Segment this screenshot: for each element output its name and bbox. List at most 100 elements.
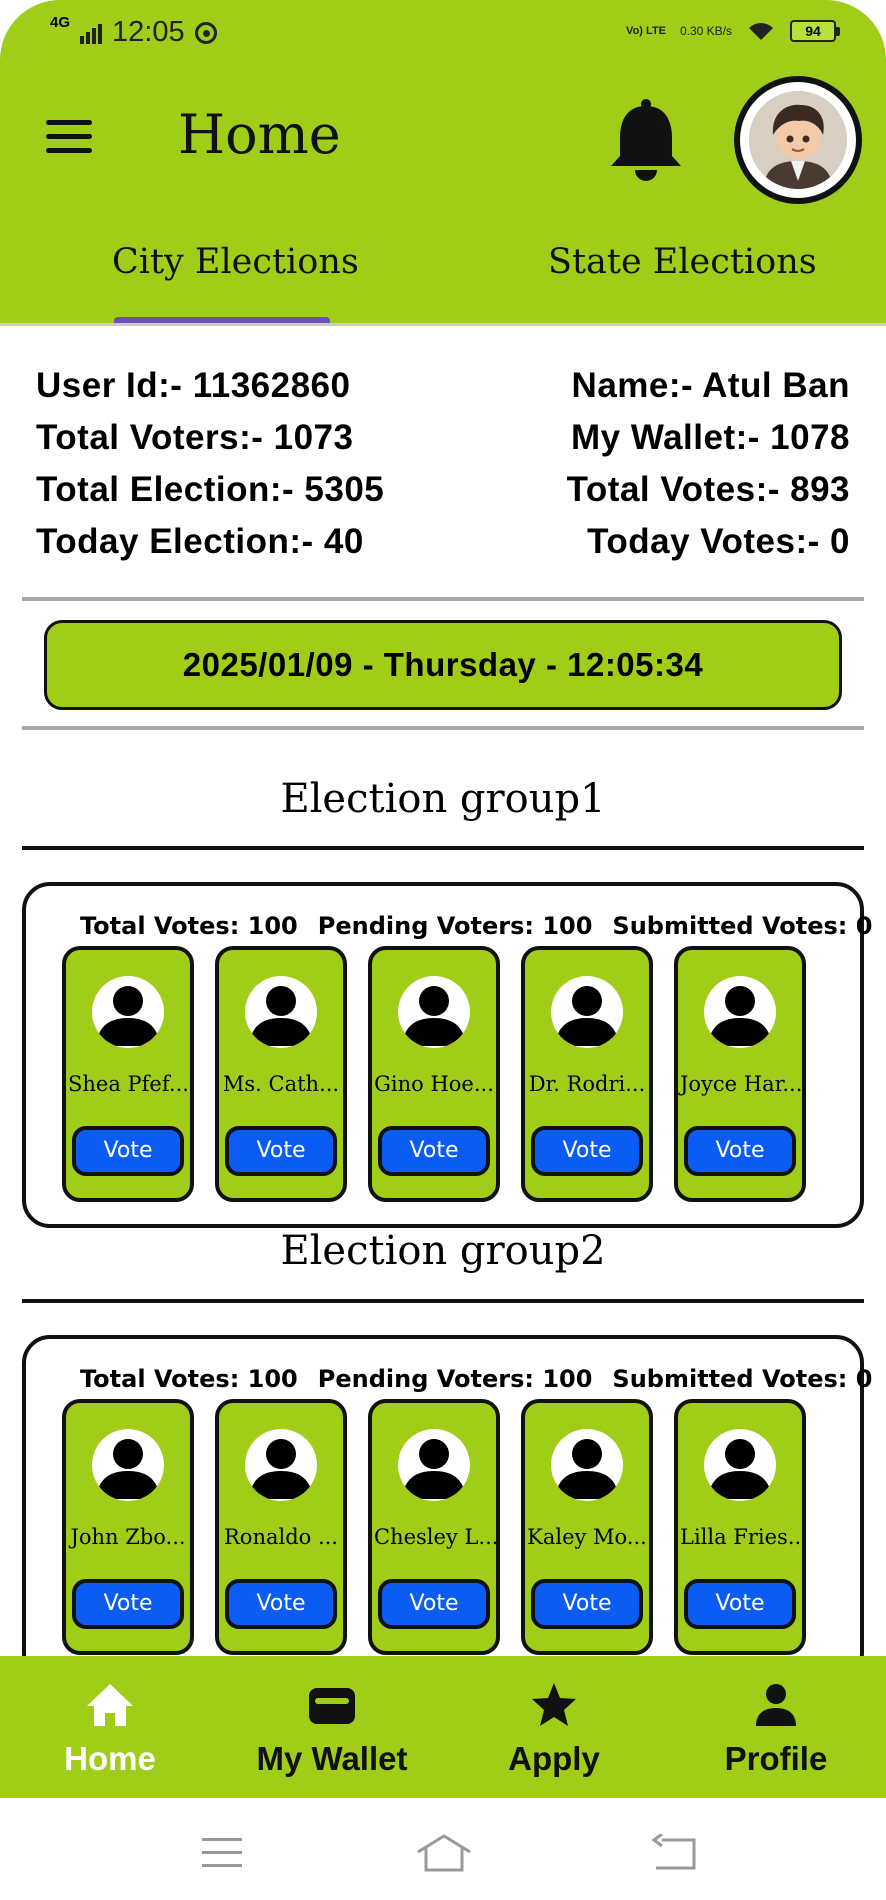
wallet-icon (309, 1688, 355, 1724)
network-speed: 0.30 KB/s (679, 24, 732, 38)
group-divider (22, 1299, 864, 1303)
candidate-card[interactable]: Ronaldo ... Vote (215, 1399, 347, 1655)
candidate-name: Ms. Cath... (222, 1072, 340, 1096)
notification-bell-icon[interactable] (608, 98, 684, 182)
signal-icon (80, 22, 103, 44)
candidate-avatar-icon (245, 1429, 317, 1501)
vote-button[interactable]: Vote (531, 1579, 643, 1629)
group-total-votes: Total Votes: 100 (80, 1365, 298, 1393)
user-info-left: User Id:- 11362860 Total Voters:- 1073 T… (36, 360, 384, 568)
candidate-name: Shea Pfef... (68, 1072, 189, 1096)
back-icon[interactable] (652, 1834, 698, 1872)
group-pending-voters: Pending Voters: 100 (317, 912, 593, 940)
app-screen: 4G 12:05 Vo) LTE 0.30 KB/s 94 Home City … (0, 0, 886, 1900)
whatsapp-icon (194, 21, 217, 44)
candidate-card[interactable]: Kaley Mo... Vote (521, 1399, 653, 1655)
today-votes: Today Votes:- 0 (587, 522, 850, 561)
nav-label: My Wallet (256, 1740, 408, 1777)
system-navigation-bar (0, 1798, 886, 1900)
battery-icon: 94 (790, 20, 840, 42)
total-election: Total Election:- 5305 (36, 470, 385, 509)
recent-apps-icon[interactable] (200, 1836, 244, 1870)
candidate-avatar-icon (551, 976, 623, 1048)
user-name: Name:- Atul Ban (571, 366, 850, 405)
candidate-card[interactable]: Gino Hoe... Vote (368, 946, 500, 1202)
vote-button[interactable]: Vote (378, 1126, 490, 1176)
avatar-image (749, 91, 847, 189)
nav-home[interactable]: Home (10, 1656, 210, 1798)
candidate-card[interactable]: Shea Pfef... Vote (62, 946, 194, 1202)
vote-button[interactable]: Vote (72, 1126, 184, 1176)
nav-apply[interactable]: Apply (454, 1656, 654, 1798)
vote-button[interactable]: Vote (225, 1579, 337, 1629)
vote-button[interactable]: Vote (531, 1126, 643, 1176)
candidate-name: Ronaldo ... (223, 1525, 338, 1549)
candidate-name: Lilla Fries... (680, 1525, 802, 1549)
wifi-icon (749, 23, 773, 40)
status-bar: 4G 12:05 Vo) LTE 0.30 KB/s 94 (0, 0, 886, 70)
candidate-card[interactable]: Lilla Fries... Vote (674, 1399, 806, 1655)
home-icon (87, 1684, 133, 1726)
tab-state-elections[interactable]: State Elections (548, 242, 817, 282)
page-title: Home (178, 103, 341, 166)
candidate-avatar-icon (704, 1429, 776, 1501)
candidate-avatar-icon (245, 976, 317, 1048)
vote-button[interactable]: Vote (378, 1579, 490, 1629)
candidate-avatar-icon (92, 976, 164, 1048)
menu-button[interactable] (46, 120, 92, 154)
election-group-card: Total Votes: 100 Pending Voters: 100 Submi… (22, 882, 872, 1228)
user-info-right: Name:- Atul Ban My Wallet:- 1078 Total V… (567, 360, 850, 568)
person-icon (756, 1684, 796, 1726)
candidate-name: John Zbo... (70, 1525, 186, 1549)
vote-button[interactable]: Vote (225, 1126, 337, 1176)
group-total-votes: Total Votes: 100 (80, 912, 298, 940)
candidate-card[interactable]: Joyce Har... Vote (674, 946, 806, 1202)
candidate-name: Dr. Rodri... (528, 1072, 646, 1096)
top-app-bar: 4G 12:05 Vo) LTE 0.30 KB/s 94 Home City … (0, 0, 886, 323)
group-title: Election group2 (280, 1228, 606, 1274)
nav-my-wallet[interactable]: My Wallet (232, 1656, 432, 1798)
divider (22, 726, 864, 730)
group-stats: Total Votes: 100 Pending Voters: 100 Submi… (80, 912, 886, 940)
datetime-banner: 2025/01/09 - Thursday - 12:05:34 (44, 620, 842, 710)
group-pending-voters: Pending Voters: 100 (317, 1365, 593, 1393)
group-submitted-votes: Submitted Votes: 0 (612, 1365, 873, 1393)
candidate-card[interactable]: Chesley L... Vote (368, 1399, 500, 1655)
candidate-name: Joyce Har... (680, 1072, 802, 1096)
nav-label: Profile (724, 1740, 828, 1777)
my-wallet-balance: My Wallet:- 1078 (570, 418, 850, 457)
candidate-avatar-icon (92, 1429, 164, 1501)
total-voters: Total Voters:- 1073 (36, 418, 354, 457)
candidate-avatar-icon (551, 1429, 623, 1501)
election-group-card: Total Votes: 100 Pending Voters: 100 Submi… (22, 1335, 872, 1681)
candidate-card[interactable]: Dr. Rodri... Vote (521, 946, 653, 1202)
vote-button[interactable]: Vote (684, 1579, 796, 1629)
candidate-avatar-icon (704, 976, 776, 1048)
volte-indicator: Vo) LTE (626, 24, 666, 37)
candidate-card[interactable]: John Zbo... Vote (62, 1399, 194, 1655)
network-type: 4G (50, 14, 71, 31)
candidate-name: Gino Hoe... (374, 1072, 494, 1096)
tab-city-elections[interactable]: City Elections (112, 242, 359, 282)
group-divider (22, 846, 864, 850)
group-submitted-votes: Submitted Votes: 0 (612, 912, 873, 940)
candidate-avatar-icon (398, 1429, 470, 1501)
vote-button[interactable]: Vote (72, 1579, 184, 1629)
today-election: Today Election:- 40 (36, 522, 364, 561)
total-votes: Total Votes:- 893 (566, 470, 850, 509)
candidate-card[interactable]: Ms. Cath... Vote (215, 946, 347, 1202)
nav-label: Home (64, 1740, 156, 1777)
vote-button[interactable]: Vote (684, 1126, 796, 1176)
star-icon (532, 1683, 576, 1726)
candidate-name: Kaley Mo... (527, 1525, 647, 1549)
candidate-avatar-icon (398, 976, 470, 1048)
home-system-icon[interactable] (414, 1832, 474, 1874)
nav-label: Apply (508, 1740, 600, 1777)
bottom-navigation: Home My Wallet Apply Profile (0, 1656, 886, 1798)
nav-profile[interactable]: Profile (676, 1656, 876, 1798)
user-id: User Id:- 11362860 (36, 366, 351, 405)
candidate-name: Chesley L... (374, 1525, 496, 1549)
tab-divider (0, 323, 886, 326)
profile-avatar[interactable] (734, 76, 862, 204)
group-title: Election group1 (280, 776, 606, 822)
